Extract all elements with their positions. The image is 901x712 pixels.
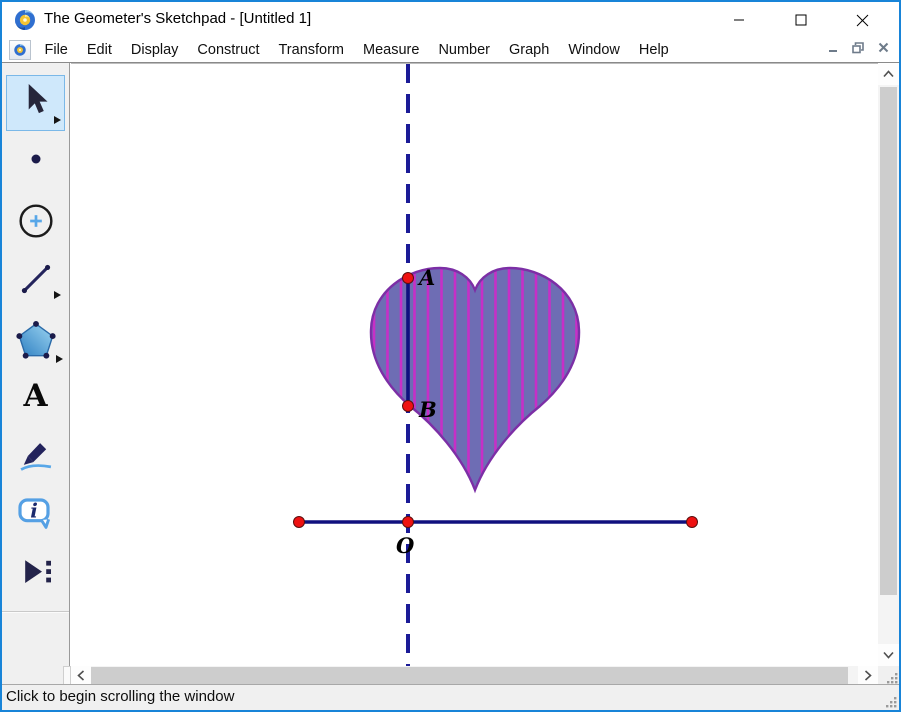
toolbar-separator [2, 611, 69, 613]
app-logo-icon [14, 9, 36, 31]
app-window: The Geometer's Sketchpad - [Untitled 1] [0, 0, 901, 712]
arrow-tool-flyout-icon[interactable] [54, 116, 61, 124]
mdi-window-controls [825, 40, 891, 55]
menu-window[interactable]: Window [559, 38, 630, 62]
maximize-icon [795, 14, 807, 26]
point-label-O[interactable]: O [396, 533, 415, 558]
straightedge-flyout-icon[interactable] [54, 291, 61, 299]
close-icon [856, 14, 869, 27]
menu-file[interactable]: File [35, 38, 77, 62]
menu-help[interactable]: Help [629, 38, 678, 62]
menu-number[interactable]: Number [429, 38, 500, 62]
marker-tool-icon [17, 437, 55, 475]
compass-circle-icon [17, 202, 55, 240]
menu-items: File Edit Display Construct Transform Me… [35, 38, 678, 62]
selection-arrow-icon [19, 81, 53, 121]
polygon-tool-icon [15, 319, 57, 361]
scrollbar-left-pad [63, 666, 71, 685]
menu-edit[interactable]: Edit [77, 38, 121, 62]
window-title: The Geometer's Sketchpad - [Untitled 1] [44, 10, 311, 27]
menu-display[interactable]: Display [121, 38, 188, 62]
vertical-scrollbar[interactable] [878, 63, 899, 666]
menu-graph[interactable]: Graph [500, 38, 559, 62]
text-tool-icon: A [23, 381, 47, 412]
custom-tool-icon [18, 553, 54, 589]
chevron-right-icon [864, 670, 872, 681]
mdi-restore-icon [852, 42, 864, 54]
point-unlabeled[interactable] [687, 517, 698, 528]
mdi-close-icon [878, 42, 889, 53]
close-button[interactable] [840, 2, 885, 38]
segment-tool-icon [18, 261, 54, 297]
minimize-button[interactable] [716, 2, 761, 38]
status-message: Click to begin scrolling the window [6, 688, 234, 705]
tool-custom[interactable] [2, 553, 69, 589]
tool-selection-arrow[interactable] [2, 81, 69, 121]
chevron-down-icon [883, 651, 894, 659]
mdi-close-button[interactable] [875, 40, 891, 55]
scrollbar-corner[interactable] [878, 666, 899, 685]
vertical-scroll-thumb[interactable] [880, 87, 897, 595]
tool-palette: A i [2, 63, 70, 685]
scroll-left-button[interactable] [71, 666, 91, 685]
maximize-button[interactable] [778, 2, 823, 38]
status-bar: Click to begin scrolling the window [2, 684, 899, 710]
point-B[interactable] [403, 401, 414, 412]
mdi-minimize-button[interactable] [825, 40, 841, 55]
point-label-B[interactable]: B [418, 397, 437, 422]
mdi-restore-button[interactable] [850, 40, 866, 55]
sketch-canvas[interactable]: A B O [71, 64, 878, 667]
minimize-icon [733, 14, 745, 26]
menu-transform[interactable]: Transform [269, 38, 354, 62]
menu-construct[interactable]: Construct [188, 38, 269, 62]
menu-measure[interactable]: Measure [354, 38, 429, 62]
tool-compass[interactable] [2, 202, 69, 240]
scroll-right-button[interactable] [858, 666, 878, 685]
horizontal-scroll-thumb[interactable] [91, 667, 848, 684]
window-resize-grip-icon[interactable] [884, 695, 898, 709]
tool-information[interactable]: i [2, 495, 69, 533]
title-bar[interactable]: The Geometer's Sketchpad - [Untitled 1] [2, 2, 899, 38]
point-A[interactable] [403, 273, 414, 284]
document-icon[interactable] [9, 40, 31, 60]
info-tool-icon: i [16, 495, 56, 533]
point-O[interactable] [403, 517, 414, 528]
chevron-left-icon [77, 670, 85, 681]
svg-text:i: i [30, 498, 38, 522]
polygon-flyout-icon[interactable] [56, 355, 63, 363]
tool-marker[interactable] [2, 437, 69, 475]
tool-text[interactable]: A [2, 381, 69, 412]
scroll-down-button[interactable] [878, 644, 899, 666]
menu-bar: File Edit Display Construct Transform Me… [2, 38, 899, 62]
horizontal-scrollbar[interactable] [71, 666, 878, 685]
chevron-up-icon [883, 70, 894, 78]
point-label-A[interactable]: A [417, 265, 435, 290]
resize-grip-icon [885, 671, 899, 685]
tool-point[interactable] [2, 148, 69, 170]
drawing-area[interactable]: A B O [71, 63, 878, 666]
point-unlabeled[interactable] [294, 517, 305, 528]
mdi-minimize-icon [828, 42, 839, 53]
point-tool-icon [25, 148, 47, 170]
scroll-up-button[interactable] [878, 63, 899, 85]
workspace: A i [2, 62, 899, 684]
